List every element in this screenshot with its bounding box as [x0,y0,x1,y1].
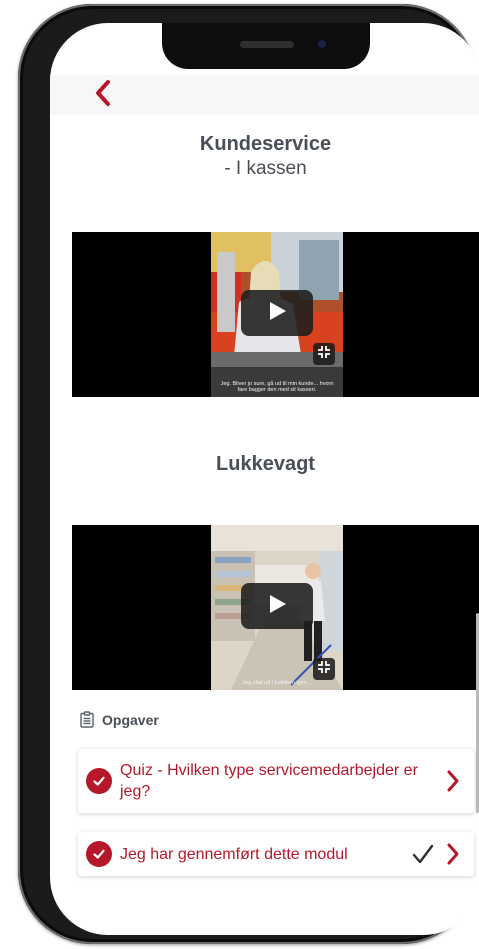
section-subtitle: - I kassen [224,158,307,179]
phone-frame: Kundeservice - I kassen Jeg. Bliver jo s… [18,4,479,944]
fullscreen-button[interactable] [313,343,335,365]
video-player-lukkevagt[interactable]: Jeg skal ud i butikken igen... [72,525,479,690]
back-button[interactable] [88,79,118,111]
task-label: Jeg har gennemført dette modul [120,845,348,863]
play-button[interactable] [241,583,313,629]
video-thumbnail: Jeg skal ud i butikken igen... [211,525,343,690]
play-icon [266,593,288,620]
video-player-kundeservice[interactable]: Jeg. Bliver jo sure, gå ud til min kunde… [72,232,479,397]
check-circle-icon [86,841,112,867]
checkmark-icon [412,843,434,865]
clipboard-icon [80,711,94,728]
fullscreen-icon [317,345,331,364]
video-caption: Jeg skal ud i butikken igen... [242,680,312,686]
video-thumbnail: Jeg. Bliver jo sure, gå ud til min kunde… [211,232,343,397]
task-item-quiz[interactable]: Quiz - Hvilken type servicemedarbejder e… [78,749,474,813]
play-button[interactable] [241,290,313,336]
page: Kundeservice - I kassen Jeg. Bliver jo s… [0,0,479,949]
fullscreen-icon [317,660,331,679]
app-header [50,75,479,115]
check-circle-icon [86,768,112,794]
chevron-left-icon [94,79,112,112]
chevron-right-icon [446,769,460,793]
section-title-kundeservice: Kundeservice [199,133,332,155]
tasks-header: Opgaver [80,711,159,728]
play-icon [266,300,288,327]
video-caption: Jeg. Bliver jo sure, gå ud til min kunde… [220,381,334,393]
task-label: Quiz - Hvilken type servicemedarbejder e… [120,762,418,800]
fullscreen-button[interactable] [313,658,335,680]
speaker-grille [240,41,294,48]
phone-screen: Kundeservice - I kassen Jeg. Bliver jo s… [50,23,479,935]
tasks-header-label: Opgaver [102,711,159,728]
section-title-lukkevagt: Lukkevagt [216,453,315,475]
task-item-module-complete[interactable]: Jeg har gennemført dette modul [78,832,474,876]
phone-notch [162,23,370,69]
chevron-right-icon [446,842,460,866]
front-camera [316,38,328,50]
